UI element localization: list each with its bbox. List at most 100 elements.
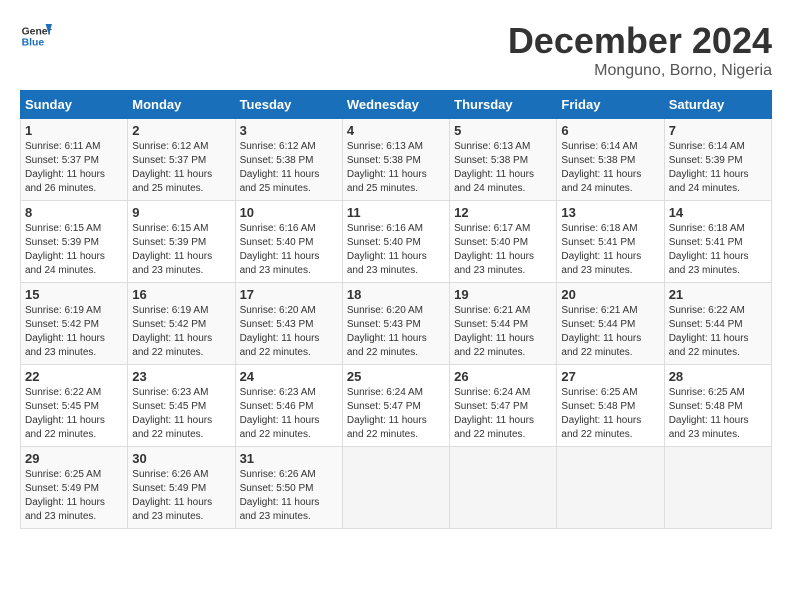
calendar-table: SundayMondayTuesdayWednesdayThursdayFrid… (20, 90, 772, 529)
calendar-cell: 13 Sunrise: 6:18 AM Sunset: 5:41 PM Dayl… (557, 201, 664, 283)
day-info: Sunrise: 6:25 AM Sunset: 5:48 PM Dayligh… (561, 386, 659, 442)
day-info: Sunrise: 6:16 AM Sunset: 5:40 PM Dayligh… (347, 222, 445, 278)
calendar-cell (557, 447, 664, 529)
calendar-cell: 4 Sunrise: 6:13 AM Sunset: 5:38 PM Dayli… (342, 119, 449, 201)
day-info: Sunrise: 6:14 AM Sunset: 5:39 PM Dayligh… (669, 140, 767, 196)
calendar-cell: 14 Sunrise: 6:18 AM Sunset: 5:41 PM Dayl… (664, 201, 771, 283)
calendar-cell (664, 447, 771, 529)
day-info: Sunrise: 6:16 AM Sunset: 5:40 PM Dayligh… (240, 222, 338, 278)
calendar-cell: 23 Sunrise: 6:23 AM Sunset: 5:45 PM Dayl… (128, 365, 235, 447)
logo: General Blue (20, 20, 52, 52)
day-number: 23 (132, 369, 230, 384)
calendar-cell: 16 Sunrise: 6:19 AM Sunset: 5:42 PM Dayl… (128, 283, 235, 365)
day-info: Sunrise: 6:23 AM Sunset: 5:45 PM Dayligh… (132, 386, 230, 442)
calendar-cell: 1 Sunrise: 6:11 AM Sunset: 5:37 PM Dayli… (21, 119, 128, 201)
header-thursday: Thursday (450, 91, 557, 119)
day-number: 9 (132, 205, 230, 220)
calendar-cell: 31 Sunrise: 6:26 AM Sunset: 5:50 PM Dayl… (235, 447, 342, 529)
header-monday: Monday (128, 91, 235, 119)
calendar-cell: 11 Sunrise: 6:16 AM Sunset: 5:40 PM Dayl… (342, 201, 449, 283)
location-title: Monguno, Borno, Nigeria (508, 62, 772, 80)
day-info: Sunrise: 6:26 AM Sunset: 5:49 PM Dayligh… (132, 468, 230, 524)
day-info: Sunrise: 6:20 AM Sunset: 5:43 PM Dayligh… (240, 304, 338, 360)
day-number: 25 (347, 369, 445, 384)
day-number: 18 (347, 287, 445, 302)
day-info: Sunrise: 6:21 AM Sunset: 5:44 PM Dayligh… (561, 304, 659, 360)
day-number: 4 (347, 123, 445, 138)
calendar-cell: 3 Sunrise: 6:12 AM Sunset: 5:38 PM Dayli… (235, 119, 342, 201)
day-info: Sunrise: 6:20 AM Sunset: 5:43 PM Dayligh… (347, 304, 445, 360)
calendar-cell: 7 Sunrise: 6:14 AM Sunset: 5:39 PM Dayli… (664, 119, 771, 201)
calendar-cell: 29 Sunrise: 6:25 AM Sunset: 5:49 PM Dayl… (21, 447, 128, 529)
calendar-week-row: 15 Sunrise: 6:19 AM Sunset: 5:42 PM Dayl… (21, 283, 772, 365)
calendar-cell (342, 447, 449, 529)
header-saturday: Saturday (664, 91, 771, 119)
day-number: 5 (454, 123, 552, 138)
day-info: Sunrise: 6:23 AM Sunset: 5:46 PM Dayligh… (240, 386, 338, 442)
day-info: Sunrise: 6:18 AM Sunset: 5:41 PM Dayligh… (561, 222, 659, 278)
calendar-cell: 27 Sunrise: 6:25 AM Sunset: 5:48 PM Dayl… (557, 365, 664, 447)
day-number: 29 (25, 451, 123, 466)
calendar-week-row: 29 Sunrise: 6:25 AM Sunset: 5:49 PM Dayl… (21, 447, 772, 529)
calendar-cell: 22 Sunrise: 6:22 AM Sunset: 5:45 PM Dayl… (21, 365, 128, 447)
logo-icon: General Blue (20, 20, 52, 52)
day-info: Sunrise: 6:19 AM Sunset: 5:42 PM Dayligh… (25, 304, 123, 360)
day-number: 24 (240, 369, 338, 384)
calendar-cell: 28 Sunrise: 6:25 AM Sunset: 5:48 PM Dayl… (664, 365, 771, 447)
day-number: 15 (25, 287, 123, 302)
day-info: Sunrise: 6:25 AM Sunset: 5:49 PM Dayligh… (25, 468, 123, 524)
calendar-cell: 5 Sunrise: 6:13 AM Sunset: 5:38 PM Dayli… (450, 119, 557, 201)
day-info: Sunrise: 6:24 AM Sunset: 5:47 PM Dayligh… (347, 386, 445, 442)
calendar-cell: 25 Sunrise: 6:24 AM Sunset: 5:47 PM Dayl… (342, 365, 449, 447)
calendar-cell: 18 Sunrise: 6:20 AM Sunset: 5:43 PM Dayl… (342, 283, 449, 365)
calendar-week-row: 22 Sunrise: 6:22 AM Sunset: 5:45 PM Dayl… (21, 365, 772, 447)
day-info: Sunrise: 6:12 AM Sunset: 5:38 PM Dayligh… (240, 140, 338, 196)
calendar-cell: 8 Sunrise: 6:15 AM Sunset: 5:39 PM Dayli… (21, 201, 128, 283)
day-number: 13 (561, 205, 659, 220)
day-number: 26 (454, 369, 552, 384)
day-number: 20 (561, 287, 659, 302)
day-number: 12 (454, 205, 552, 220)
header-tuesday: Tuesday (235, 91, 342, 119)
day-number: 21 (669, 287, 767, 302)
day-number: 2 (132, 123, 230, 138)
day-info: Sunrise: 6:25 AM Sunset: 5:48 PM Dayligh… (669, 386, 767, 442)
calendar-cell: 21 Sunrise: 6:22 AM Sunset: 5:44 PM Dayl… (664, 283, 771, 365)
title-block: December 2024 Monguno, Borno, Nigeria (508, 20, 772, 80)
calendar-cell: 17 Sunrise: 6:20 AM Sunset: 5:43 PM Dayl… (235, 283, 342, 365)
day-number: 31 (240, 451, 338, 466)
calendar-cell: 26 Sunrise: 6:24 AM Sunset: 5:47 PM Dayl… (450, 365, 557, 447)
day-info: Sunrise: 6:22 AM Sunset: 5:45 PM Dayligh… (25, 386, 123, 442)
calendar-cell: 19 Sunrise: 6:21 AM Sunset: 5:44 PM Dayl… (450, 283, 557, 365)
day-number: 3 (240, 123, 338, 138)
calendar-cell: 10 Sunrise: 6:16 AM Sunset: 5:40 PM Dayl… (235, 201, 342, 283)
svg-text:Blue: Blue (22, 38, 45, 49)
day-info: Sunrise: 6:15 AM Sunset: 5:39 PM Dayligh… (25, 222, 123, 278)
header-friday: Friday (557, 91, 664, 119)
day-info: Sunrise: 6:11 AM Sunset: 5:37 PM Dayligh… (25, 140, 123, 196)
day-info: Sunrise: 6:12 AM Sunset: 5:37 PM Dayligh… (132, 140, 230, 196)
day-info: Sunrise: 6:24 AM Sunset: 5:47 PM Dayligh… (454, 386, 552, 442)
day-number: 22 (25, 369, 123, 384)
day-info: Sunrise: 6:19 AM Sunset: 5:42 PM Dayligh… (132, 304, 230, 360)
day-info: Sunrise: 6:15 AM Sunset: 5:39 PM Dayligh… (132, 222, 230, 278)
calendar-header-row: SundayMondayTuesdayWednesdayThursdayFrid… (21, 91, 772, 119)
day-info: Sunrise: 6:21 AM Sunset: 5:44 PM Dayligh… (454, 304, 552, 360)
day-info: Sunrise: 6:18 AM Sunset: 5:41 PM Dayligh… (669, 222, 767, 278)
day-info: Sunrise: 6:17 AM Sunset: 5:40 PM Dayligh… (454, 222, 552, 278)
calendar-cell: 15 Sunrise: 6:19 AM Sunset: 5:42 PM Dayl… (21, 283, 128, 365)
calendar-cell: 24 Sunrise: 6:23 AM Sunset: 5:46 PM Dayl… (235, 365, 342, 447)
day-number: 1 (25, 123, 123, 138)
day-info: Sunrise: 6:13 AM Sunset: 5:38 PM Dayligh… (454, 140, 552, 196)
calendar-cell: 6 Sunrise: 6:14 AM Sunset: 5:38 PM Dayli… (557, 119, 664, 201)
day-number: 30 (132, 451, 230, 466)
day-number: 17 (240, 287, 338, 302)
header-sunday: Sunday (21, 91, 128, 119)
calendar-week-row: 8 Sunrise: 6:15 AM Sunset: 5:39 PM Dayli… (21, 201, 772, 283)
day-number: 28 (669, 369, 767, 384)
day-number: 16 (132, 287, 230, 302)
day-info: Sunrise: 6:22 AM Sunset: 5:44 PM Dayligh… (669, 304, 767, 360)
calendar-cell: 20 Sunrise: 6:21 AM Sunset: 5:44 PM Dayl… (557, 283, 664, 365)
day-number: 14 (669, 205, 767, 220)
day-number: 7 (669, 123, 767, 138)
